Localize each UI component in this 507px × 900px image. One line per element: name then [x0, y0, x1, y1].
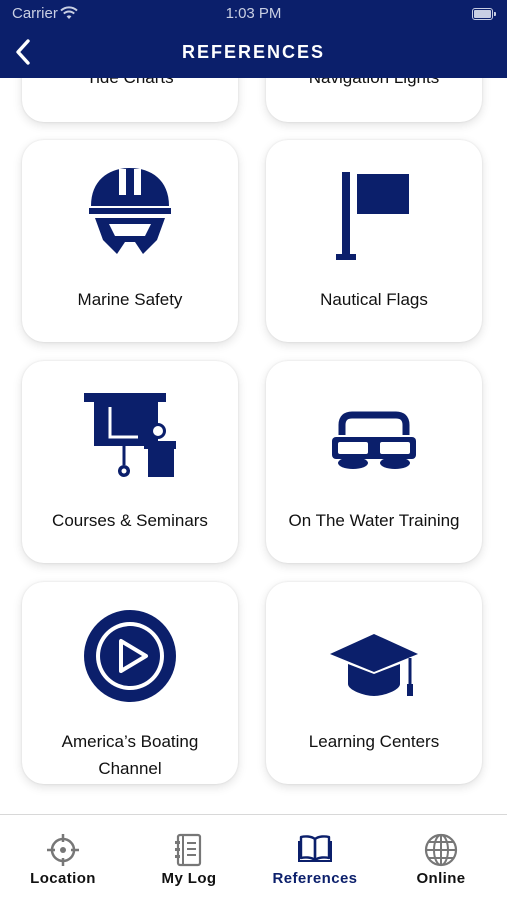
- app-header: Carrier 1:03 PM REFERENCES: [0, 0, 507, 78]
- tab-label: Online: [416, 870, 466, 887]
- card-label: Courses & Seminars: [52, 511, 208, 530]
- references-grid: Tide Charts Navigation Lights Marine Saf…: [0, 78, 507, 814]
- card-label: America’s Boating Channel: [61, 732, 199, 778]
- tab-location[interactable]: Location: [0, 815, 126, 900]
- card-navigation-lights[interactable]: Navigation Lights: [266, 78, 482, 122]
- battery-icon: [472, 8, 496, 20]
- crosshair-icon: [47, 834, 79, 866]
- tab-bar: Location My Log References Online: [0, 814, 507, 900]
- status-bar: Carrier 1:03 PM: [0, 0, 507, 28]
- card-label: Navigation Lights: [272, 78, 476, 91]
- card-nautical-flags[interactable]: Nautical Flags: [266, 140, 482, 342]
- card-tide-charts[interactable]: Tide Charts: [22, 78, 238, 122]
- card-courses-seminars[interactable]: Courses & Seminars: [22, 361, 238, 563]
- card-marine-safety[interactable]: Marine Safety: [22, 140, 238, 342]
- tab-label: References: [272, 870, 358, 887]
- tab-online[interactable]: Online: [378, 815, 504, 900]
- card-on-the-water-training[interactable]: On The Water Training: [266, 361, 482, 563]
- card-label: On The Water Training: [288, 511, 460, 530]
- page-title: REFERENCES: [181, 42, 326, 62]
- card-label: Marine Safety: [77, 290, 183, 309]
- card-label: Nautical Flags: [320, 290, 428, 309]
- card-label: Learning Centers: [308, 732, 440, 751]
- play-icon: [84, 610, 176, 702]
- flag-icon: [336, 172, 409, 260]
- tab-label: My Log: [161, 870, 217, 887]
- helmet-icon: [89, 168, 171, 254]
- tab-references[interactable]: References: [252, 815, 378, 900]
- globe-icon: [424, 833, 458, 867]
- goggles-icon: [332, 411, 416, 469]
- tab-my-log[interactable]: My Log: [126, 815, 252, 900]
- status-time: 1:03 PM: [225, 5, 282, 22]
- tab-label: Location: [30, 870, 96, 887]
- card-label: Tide Charts: [28, 78, 232, 91]
- card-americas-boating-channel[interactable]: America’s Boating Channel: [22, 582, 238, 784]
- card-learning-centers[interactable]: Learning Centers: [266, 582, 482, 784]
- graduation-cap-icon: [330, 634, 418, 696]
- book-icon: [298, 835, 332, 862]
- notebook-icon: [175, 833, 202, 867]
- lecture-icon: [84, 393, 176, 477]
